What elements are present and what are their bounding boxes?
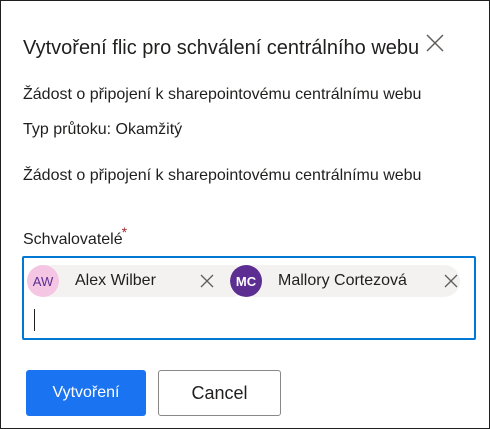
- flow-request-text: Žádost o připojení k sharepointovému cen…: [23, 167, 422, 184]
- avatar-initials: MC: [235, 273, 257, 289]
- text-cursor[interactable]: [34, 309, 35, 331]
- avatar: AW: [27, 265, 59, 297]
- remove-icon[interactable]: [199, 273, 215, 289]
- create-button[interactable]: Vytvoření: [26, 370, 146, 416]
- approver-name: Alex Wilber: [75, 272, 156, 289]
- avatar-initials: AW: [32, 273, 54, 289]
- remove-icon[interactable]: [443, 273, 459, 289]
- approver-name: Mallory Cortezová: [278, 272, 407, 289]
- required-indicator: *: [121, 224, 128, 240]
- avatar: MC: [230, 265, 262, 297]
- approver-chip[interactable]: MC Mallory Cortezová: [230, 265, 460, 297]
- close-icon[interactable]: [422, 30, 448, 56]
- approvers-people-picker[interactable]: AW Alex Wilber MC Mallory Cortezová: [22, 256, 476, 340]
- cancel-button[interactable]: Cancel: [158, 370, 281, 416]
- approver-chip[interactable]: AW Alex Wilber: [27, 265, 249, 297]
- approvers-label-text: Schvalovatelé: [23, 231, 123, 248]
- create-flow-dialog: Vytvoření flic pro schválení centrálního…: [0, 0, 490, 429]
- approvers-label: Schvalovatelé*: [23, 224, 127, 250]
- flow-type: Typ průtoku: Okamžitý: [23, 121, 183, 138]
- flow-description: Žádost o připojení k sharepointovému cen…: [23, 86, 422, 103]
- dialog-title: Vytvoření flic pro schválení centrálního…: [23, 37, 420, 59]
